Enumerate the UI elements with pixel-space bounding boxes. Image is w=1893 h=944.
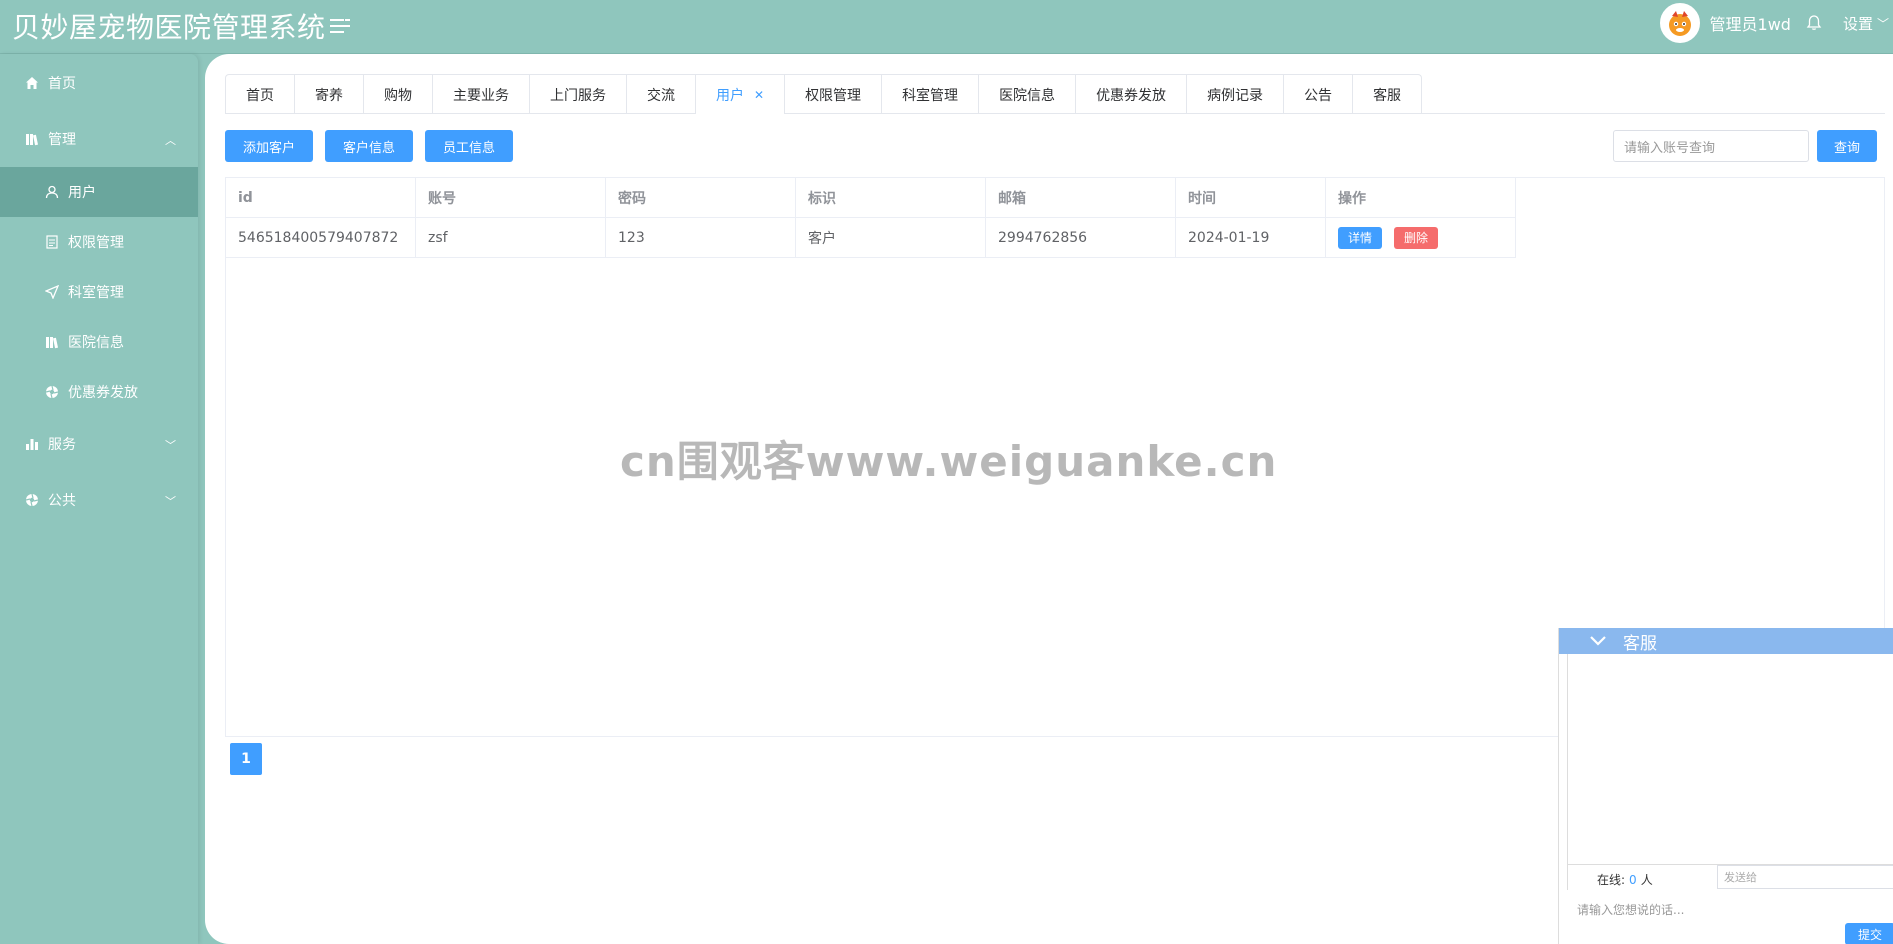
- table-cell-email: 2994762856: [986, 218, 1176, 258]
- aperture-icon: [44, 384, 60, 400]
- tab-coupons[interactable]: 优惠券发放: [1076, 74, 1188, 114]
- tab-shopping[interactable]: 购物: [364, 74, 433, 114]
- column-header: 密码: [606, 178, 796, 218]
- app-title: 贝妙屋宠物医院管理系统: [12, 11, 326, 44]
- sidebar-item-users[interactable]: 用户: [0, 167, 198, 217]
- column-header: 账号: [416, 178, 606, 218]
- add-customer-button[interactable]: 添加客户: [225, 130, 313, 162]
- tab-permissions[interactable]: 权限管理: [785, 74, 883, 114]
- sidebar-item-label: 首页: [48, 76, 76, 92]
- tab-communication[interactable]: 交流: [627, 74, 696, 114]
- online-count: 在线: 0 人: [1597, 873, 1653, 887]
- customer-info-button[interactable]: 客户信息: [325, 130, 413, 162]
- tab-case-records[interactable]: 病例记录: [1187, 74, 1285, 114]
- chevron-down-icon[interactable]: [1589, 635, 1607, 647]
- table-cell-time: 2024-01-19: [1176, 218, 1326, 258]
- library-icon: [24, 131, 40, 147]
- tab-main-business[interactable]: 主要业务: [433, 74, 530, 114]
- staff-info-button[interactable]: 员工信息: [425, 130, 513, 162]
- search-input[interactable]: 请输入账号查询: [1613, 130, 1809, 162]
- watermark: cn围观客www.weiguanke.cn: [620, 437, 1278, 486]
- tab-announcements[interactable]: 公告: [1284, 74, 1354, 114]
- top-bar: 贝妙屋宠物医院管理系统 管理员1wd 设置 ﹀: [0, 0, 1893, 54]
- avatar[interactable]: [1659, 3, 1700, 43]
- tab-home-service[interactable]: 上门服务: [530, 74, 627, 114]
- sidebar-item-label: 公共: [48, 493, 76, 509]
- sidebar-item-coupons[interactable]: 优惠券发放: [0, 367, 198, 417]
- sidebar-item-manage[interactable]: 管理 ︿: [0, 114, 198, 164]
- tab-departments[interactable]: 科室管理: [882, 74, 980, 114]
- sidebar-item-label: 用户: [68, 185, 96, 201]
- bar-chart-icon: [24, 436, 40, 452]
- tab-hospital-info[interactable]: 医院信息: [979, 74, 1077, 114]
- chat-title: 客服: [1623, 633, 1657, 654]
- user-icon: [44, 184, 60, 200]
- header-right: 管理员1wd 设置 ﹀: [1659, 0, 1893, 46]
- detail-button[interactable]: 详情: [1338, 226, 1383, 249]
- table-cell-id: 546518400579407872: [226, 218, 416, 258]
- tab-customer-service[interactable]: 客服: [1353, 74, 1423, 114]
- tab-bar: 首页 寄养 购物 主要业务 上门服务 交流 用户 ✕ 权限管理 科室管理 医院信…: [225, 74, 1885, 114]
- table-cell-actions: 详情 删除: [1326, 218, 1516, 258]
- sidebar-item-label: 服务: [48, 437, 76, 453]
- column-header: 时间: [1176, 178, 1326, 218]
- sidebar-item-hospital-info[interactable]: 医院信息: [0, 317, 198, 367]
- column-header: 邮箱: [986, 178, 1176, 218]
- aperture-icon: [24, 492, 40, 508]
- library-icon: [44, 334, 60, 350]
- chat-header[interactable]: 客服: [1559, 628, 1893, 654]
- table-cell-password: 123: [606, 218, 796, 258]
- delete-button[interactable]: 删除: [1394, 226, 1439, 249]
- chat-widget: 客服 在线: 0 人 发送给 请输入您想说的话... 提交: [1558, 628, 1893, 944]
- sidebar-item-home[interactable]: 首页: [0, 58, 198, 108]
- sidebar-item-label: 科室管理: [68, 285, 124, 301]
- sidebar-item-label: 权限管理: [68, 235, 124, 251]
- chevron-down-icon: ﹀: [165, 439, 176, 452]
- bell-icon[interactable]: [1805, 14, 1823, 32]
- sidebar-item-label: 管理: [48, 132, 76, 148]
- send-icon: [44, 284, 60, 300]
- chevron-down-icon: ﹀: [1876, 16, 1889, 31]
- column-header: 操作: [1326, 178, 1516, 218]
- chat-input[interactable]: 请输入您想说的话...: [1577, 901, 1684, 918]
- sidebar-item-label: 优惠券发放: [68, 385, 138, 401]
- settings-menu[interactable]: 设置: [1843, 13, 1873, 34]
- sidebar-item-public[interactable]: 公共 ﹀: [0, 475, 198, 525]
- tab-boarding[interactable]: 寄养: [295, 74, 364, 114]
- close-icon[interactable]: ✕: [754, 88, 764, 102]
- document-icon: [44, 234, 60, 250]
- send-to-select[interactable]: 发送给: [1717, 865, 1893, 889]
- sidebar-item-departments[interactable]: 科室管理: [0, 267, 198, 317]
- column-header: id: [226, 178, 416, 218]
- menu-toggle-icon[interactable]: [330, 16, 352, 36]
- chevron-up-icon: ︿: [165, 134, 176, 147]
- admin-name[interactable]: 管理员1wd: [1710, 11, 1791, 35]
- sidebar-item-services[interactable]: 服务 ﹀: [0, 419, 198, 469]
- chat-messages: [1567, 654, 1893, 890]
- column-header: 标识: [796, 178, 986, 218]
- table-cell-account: zsf: [416, 218, 606, 258]
- chat-footer: 在线: 0 人 发送给 请输入您想说的话... 提交: [1567, 864, 1893, 944]
- search-button[interactable]: 查询: [1817, 130, 1877, 162]
- sidebar-item-label: 医院信息: [68, 335, 124, 351]
- home-icon: [24, 75, 40, 91]
- chevron-down-icon: ﹀: [165, 495, 176, 508]
- table-cell-role: 客户: [796, 218, 986, 258]
- sidebar-item-permissions[interactable]: 权限管理: [0, 217, 198, 267]
- submit-button[interactable]: 提交: [1845, 923, 1893, 944]
- tab-home[interactable]: 首页: [225, 74, 295, 114]
- tab-users[interactable]: 用户 ✕: [696, 74, 786, 114]
- sidebar: 首页 管理 ︿ 用户 权限管理 科室管理 医院信息 优惠券发放 服务 ﹀ 公共 …: [0, 54, 198, 944]
- pagination-page-1[interactable]: 1: [230, 743, 262, 775]
